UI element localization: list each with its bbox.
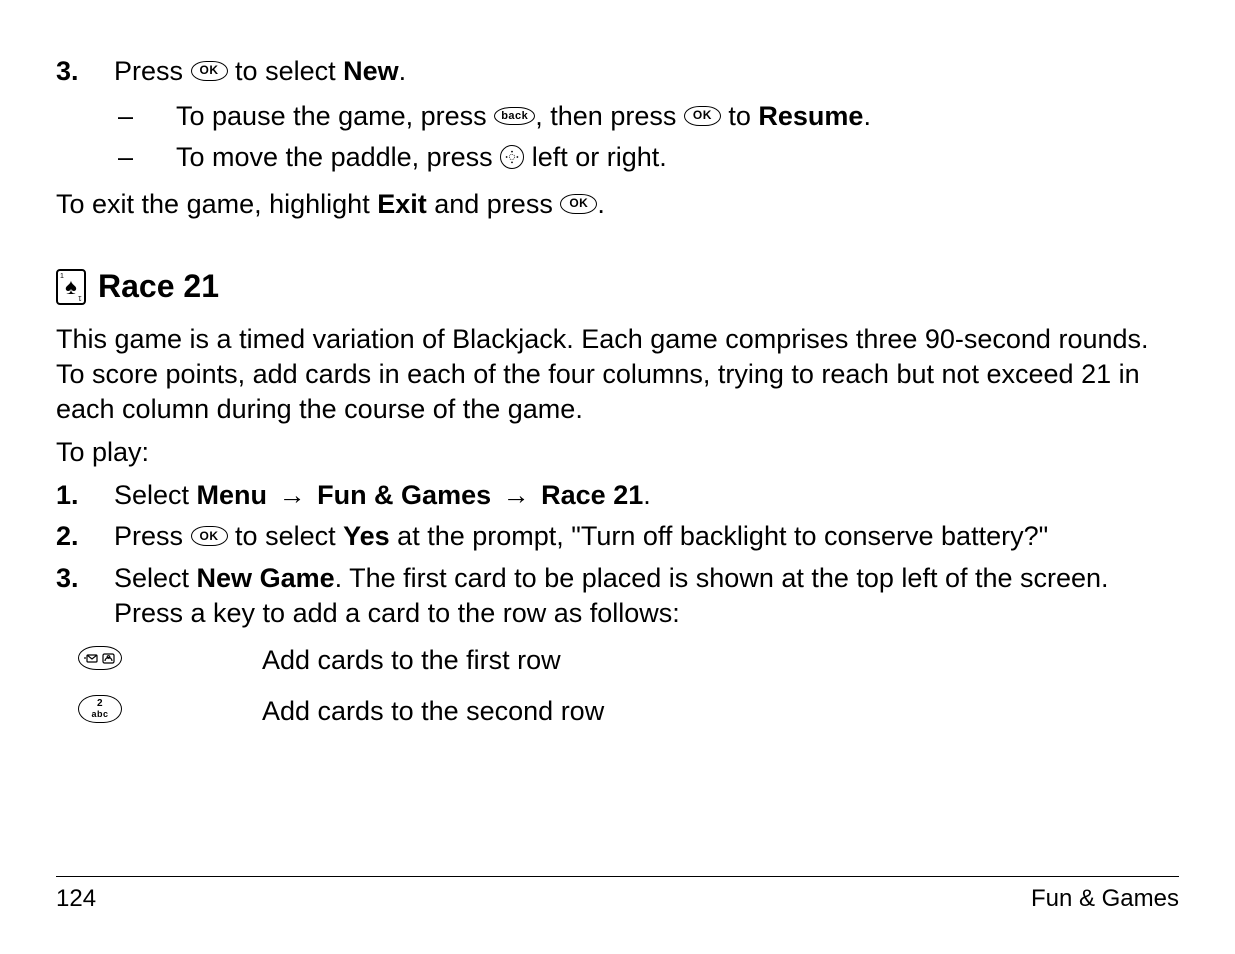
play-step-2: 2. Press OK to select Yes at the prompt,… [56, 519, 1179, 554]
bold-fun-games: Fun & Games [317, 480, 491, 510]
footer: 124 Fun & Games [56, 876, 1179, 914]
text: Select [114, 480, 197, 510]
text: to select [235, 521, 343, 551]
text: . [643, 480, 651, 510]
key-1-icon [78, 646, 122, 670]
key-row-1: Add cards to the first row [78, 643, 1179, 678]
spade-card-icon: ♠ [56, 269, 86, 305]
key-2-top: 2 [97, 699, 103, 709]
text: and press [434, 189, 560, 219]
dash: – [114, 140, 176, 175]
text: To exit the game, highlight [56, 189, 377, 219]
sub-body: To move the paddle, press left or right. [176, 140, 1179, 175]
sub-body: To pause the game, press back, then pres… [176, 99, 1179, 134]
step-3: 3. Press OK to select New. – To pause th… [56, 54, 1179, 181]
step-body: Select New Game. The first card to be pl… [114, 561, 1179, 631]
bold-menu: Menu [197, 480, 268, 510]
ok-key-icon: OK [191, 61, 228, 81]
text: , then press [535, 101, 684, 131]
bold-race21: Race 21 [541, 480, 643, 510]
ok-key-icon: OK [560, 194, 597, 214]
play-step-1: 1. Select Menu → Fun & Games → Race 21. [56, 478, 1179, 513]
text: . [597, 189, 605, 219]
text: To pause the game, press [176, 101, 494, 131]
step-number: 3. [56, 54, 114, 181]
exit-para: To exit the game, highlight Exit and pre… [56, 187, 1179, 222]
heading-text: Race 21 [98, 266, 219, 308]
step-body: Press OK to select Yes at the prompt, "T… [114, 519, 1179, 554]
key-2-icon: 2 abc [78, 695, 122, 723]
text: To move the paddle, press [176, 142, 500, 172]
section-name: Fun & Games [1031, 883, 1179, 914]
text: Press [114, 56, 191, 86]
text: . [399, 56, 407, 86]
step-body: Press OK to select New. – To pause the g… [114, 54, 1179, 181]
key-row-2: 2 abc Add cards to the second row [78, 694, 1179, 729]
section-heading: ♠ Race 21 [56, 266, 1179, 308]
dash: – [114, 99, 176, 134]
key-row-text: Add cards to the second row [262, 694, 604, 729]
bold-new: New [343, 56, 399, 86]
text: Press [114, 521, 191, 551]
play-step-3: 3. Select New Game. The first card to be… [56, 561, 1179, 631]
step-number: 3. [56, 561, 114, 631]
ok-key-icon: OK [684, 106, 721, 126]
text: at the prompt, "Turn off backlight to co… [390, 521, 1049, 551]
arrow-icon: → [499, 480, 534, 510]
text: to [728, 101, 758, 131]
key-row-text: Add cards to the first row [262, 643, 561, 678]
bold-new-game: New Game [197, 563, 335, 593]
key-2-bot: abc [91, 710, 108, 719]
text: to select [235, 56, 343, 86]
ok-key-icon: OK [191, 526, 228, 546]
bold-exit: Exit [377, 189, 427, 219]
step-number: 2. [56, 519, 114, 554]
step-number: 1. [56, 478, 114, 513]
bold-yes: Yes [343, 521, 390, 551]
description: This game is a timed variation of Blackj… [56, 322, 1179, 427]
to-play-label: To play: [56, 435, 1179, 470]
text: left or right. [532, 142, 667, 172]
text: . [863, 101, 871, 131]
nav-key-icon [500, 145, 524, 169]
text: Select [114, 563, 197, 593]
back-key-icon: back [494, 107, 535, 125]
arrow-icon: → [275, 480, 310, 510]
step-body: Select Menu → Fun & Games → Race 21. [114, 478, 1179, 513]
bold-resume: Resume [758, 101, 863, 131]
page-number: 124 [56, 883, 96, 914]
